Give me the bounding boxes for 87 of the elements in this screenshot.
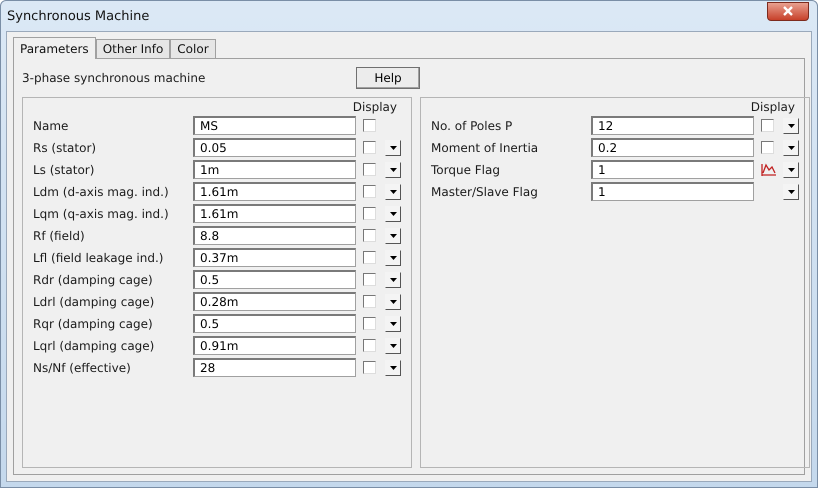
waveform-icon[interactable] — [761, 162, 777, 176]
caret-icon — [390, 190, 396, 194]
dropdown-button[interactable] — [385, 272, 401, 288]
dropdown-button[interactable] — [783, 118, 799, 134]
caret-icon — [390, 278, 396, 282]
parameter-field[interactable]: 0.5 — [193, 314, 356, 333]
caret-icon — [788, 124, 794, 128]
parameter-label: Ns/Nf (effective) — [33, 360, 132, 374]
dropdown-button[interactable] — [385, 228, 401, 244]
dropdown-button[interactable] — [385, 206, 401, 222]
parameter-field[interactable]: 1 — [591, 182, 754, 201]
caret-icon — [390, 212, 396, 216]
help-button[interactable]: Help — [356, 67, 420, 89]
caret-icon — [788, 190, 794, 194]
display-checkbox[interactable] — [363, 339, 376, 352]
parameter-label: Ldrl (damping cage) — [33, 294, 156, 308]
display-checkbox[interactable] — [363, 251, 376, 264]
parameter-field[interactable]: 0.91m — [193, 336, 356, 355]
parameter-label: Lqm (q-axis mag. ind.) — [33, 206, 170, 220]
parameter-label: Rf (field) — [33, 228, 86, 242]
parameter-label: Lfl (field leakage ind.) — [33, 250, 164, 264]
parameter-field[interactable]: 1 — [591, 160, 754, 179]
dropdown-button[interactable] — [783, 140, 799, 156]
display-checkbox[interactable] — [363, 295, 376, 308]
column-header: Display — [750, 100, 795, 114]
caret-icon — [390, 168, 396, 172]
parameter-label: Rs (stator) — [33, 140, 98, 154]
display-checkbox[interactable] — [363, 317, 376, 330]
description-text: 3-phase synchronous machine — [22, 71, 206, 85]
parameter-field[interactable]: 12 — [591, 116, 754, 135]
dropdown-button[interactable] — [783, 184, 799, 200]
parameter-label: Moment of Inertia — [431, 140, 540, 154]
caret-icon — [390, 256, 396, 260]
display-checkbox[interactable] — [363, 273, 376, 286]
parameter-field[interactable]: 1.61m — [193, 182, 356, 201]
display-checkbox[interactable] — [363, 185, 376, 198]
window-title: Synchronous Machine — [7, 8, 150, 24]
parameter-field[interactable]: 0.28m — [193, 292, 356, 311]
dropdown-button[interactable] — [385, 184, 401, 200]
display-checkbox[interactable] — [363, 119, 376, 132]
dropdown-button[interactable] — [385, 162, 401, 178]
dropdown-button[interactable] — [385, 250, 401, 266]
dropdown-button[interactable] — [385, 360, 401, 376]
parameter-label: Name — [33, 118, 70, 132]
parameter-label: Lqrl (damping cage) — [33, 338, 156, 352]
parameter-field[interactable]: 0.2 — [591, 138, 754, 157]
column-header: Display — [352, 100, 397, 114]
tab[interactable]: Other Info — [96, 39, 170, 58]
display-checkbox[interactable] — [363, 163, 376, 176]
dropdown-button[interactable] — [385, 294, 401, 310]
caret-icon — [788, 168, 794, 172]
parameter-field[interactable]: MS — [193, 116, 356, 135]
caret-icon — [390, 300, 396, 304]
caret-icon — [788, 146, 794, 150]
dropdown-button[interactable] — [385, 140, 401, 156]
display-checkbox[interactable] — [363, 207, 376, 220]
parameter-label: No. of Poles P — [431, 118, 514, 132]
tab[interactable]: Parameters — [13, 37, 96, 59]
close-icon — [782, 6, 794, 16]
parameter-field[interactable]: 0.05 — [193, 138, 356, 157]
display-checkbox[interactable] — [363, 229, 376, 242]
parameter-label: Master/Slave Flag — [431, 184, 539, 198]
parameter-field[interactable]: 8.8 — [193, 226, 356, 245]
close-button[interactable] — [767, 2, 809, 20]
parameter-label: Rdr (damping cage) — [33, 272, 154, 286]
parameter-label: Ldm (d-axis mag. ind.) — [33, 184, 170, 198]
display-checkbox[interactable] — [363, 361, 376, 374]
tab[interactable]: Color — [170, 39, 216, 58]
parameter-field[interactable]: 0.37m — [193, 248, 356, 267]
parameter-label: Rqr (damping cage) — [33, 316, 154, 330]
parameter-label: Ls (stator) — [33, 162, 96, 176]
caret-icon — [390, 344, 396, 348]
parameter-field[interactable]: 28 — [193, 358, 356, 377]
parameter-field[interactable]: 1m — [193, 160, 356, 179]
dropdown-button[interactable] — [385, 316, 401, 332]
display-checkbox[interactable] — [363, 141, 376, 154]
parameter-field[interactable]: 0.5 — [193, 270, 356, 289]
dropdown-button[interactable] — [783, 162, 799, 178]
caret-icon — [390, 366, 396, 370]
caret-icon — [390, 234, 396, 238]
display-checkbox[interactable] — [761, 141, 774, 154]
caret-icon — [390, 146, 396, 150]
parameter-field[interactable]: 1.61m — [193, 204, 356, 223]
dropdown-button[interactable] — [385, 338, 401, 354]
caret-icon — [390, 322, 396, 326]
display-checkbox[interactable] — [761, 119, 774, 132]
parameter-label: Torque Flag — [431, 162, 501, 176]
